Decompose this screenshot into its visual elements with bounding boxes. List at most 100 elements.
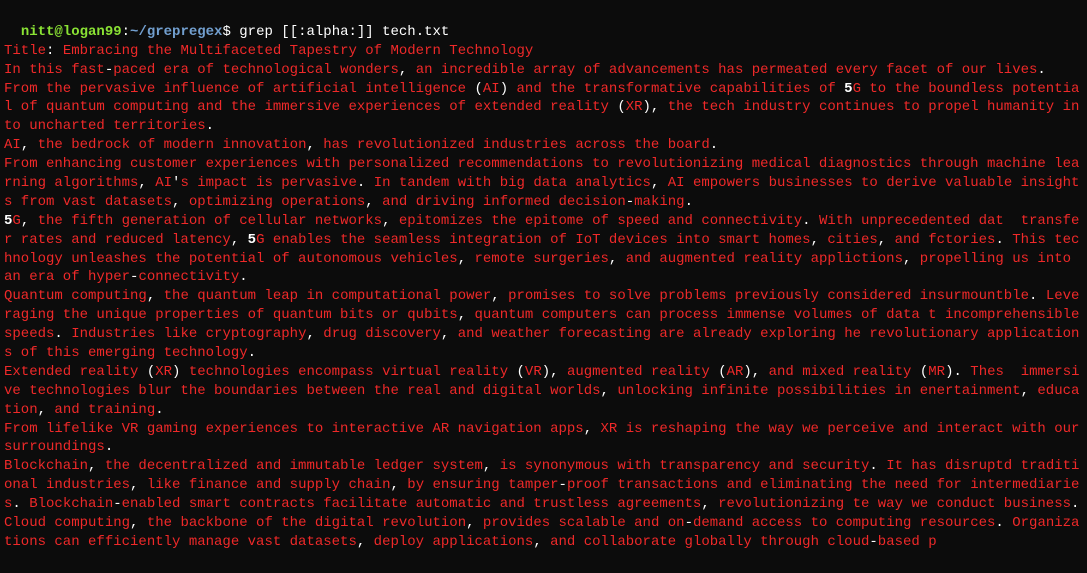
output-text: AR <box>727 364 744 380</box>
output-line: Quantum computing, the quantum leap in c… <box>4 287 1083 363</box>
output-line: In this fast-paced era of technological … <box>4 61 1083 80</box>
output-text: ), <box>542 364 567 380</box>
output-text: and augmented reality applictions <box>626 251 903 267</box>
output-text: . <box>1071 496 1079 512</box>
output-text: Industries like cryptography <box>71 326 306 342</box>
output-text: paced era of technological wonders <box>113 62 399 78</box>
output-text: . <box>802 213 819 229</box>
output-text: , <box>88 458 105 474</box>
output-line: Extended reality (XR) technologies encom… <box>4 363 1083 420</box>
terminal-prompt-line[interactable]: nitt@logan99:~/grepregex$ grep [[:alpha:… <box>4 4 1083 42</box>
output-text: , <box>1021 383 1038 399</box>
output-line: Cloud computing, the backbone of the dig… <box>4 514 1083 552</box>
output-text: ) <box>500 81 517 97</box>
output-text: ) <box>172 364 189 380</box>
output-text: , <box>21 213 38 229</box>
output-text: . <box>685 194 693 210</box>
output-text: , <box>441 326 458 342</box>
output-text: and fctories <box>895 232 996 248</box>
output-text: , <box>601 383 618 399</box>
output-text: G <box>12 213 20 229</box>
terminal-output: Title: Embracing the Multifaceted Tapest… <box>4 42 1083 552</box>
output-text: From lifelike VR gaming experiences to i… <box>4 421 584 437</box>
output-text: ( <box>474 81 482 97</box>
output-line: Blockchain, the decentralized and immuta… <box>4 457 1083 514</box>
prompt-command: grep [[:alpha:]] tech.txt <box>239 24 449 40</box>
output-text: promises to solve problems previously co… <box>508 288 1029 304</box>
output-line: AI, the bedrock of modern innovation, ha… <box>4 136 1083 155</box>
output-text: - <box>626 194 634 210</box>
output-text: 5 <box>248 232 256 248</box>
output-text: , <box>399 62 416 78</box>
output-line: From enhancing customer experiences with… <box>4 155 1083 212</box>
output-text: Extended reality <box>4 364 147 380</box>
output-text: provides scalable and on <box>483 515 685 531</box>
output-text: ( <box>517 364 525 380</box>
output-text: drug discovery <box>323 326 441 342</box>
output-text: , <box>365 194 382 210</box>
output-text: Blockchain <box>29 496 113 512</box>
output-text: , <box>306 326 323 342</box>
output-text: VR <box>525 364 542 380</box>
output-text: , <box>147 288 164 304</box>
output-text: XR <box>155 364 172 380</box>
output-text: unlocking infinite possibilities in ener… <box>617 383 1020 399</box>
output-text: is synonymous with transparency and secu… <box>500 458 870 474</box>
output-text: . <box>54 326 71 342</box>
output-text: , <box>811 232 828 248</box>
output-text: ). <box>945 364 970 380</box>
output-text: an incredible array of advancements has … <box>416 62 1038 78</box>
output-text: 5 <box>844 81 852 97</box>
output-text: . <box>155 402 163 418</box>
output-text: , <box>357 534 374 550</box>
output-text: s impact is pervasive <box>180 175 356 191</box>
output-text: In tandem with big data analytics <box>374 175 651 191</box>
output-line: From lifelike VR gaming experiences to i… <box>4 420 1083 458</box>
output-text: the fifth generation of cellular network… <box>38 213 382 229</box>
output-text: . <box>1029 288 1046 304</box>
output-text: enabled smart contracts facilitate autom… <box>122 496 702 512</box>
output-text: making <box>634 194 684 210</box>
output-text: AI <box>155 175 172 191</box>
output-text: , <box>466 515 483 531</box>
prompt-dollar: $ <box>222 24 239 40</box>
output-text: . <box>1037 62 1045 78</box>
prompt-host: logan99 <box>63 24 122 40</box>
output-text: . <box>239 269 247 285</box>
output-text: . <box>105 439 113 455</box>
output-text: by ensuring tamper <box>407 477 558 493</box>
output-text: and driving informed decision <box>382 194 626 210</box>
output-text: like finance and supply chain <box>147 477 391 493</box>
output-text: ), <box>743 364 768 380</box>
output-text: epitomizes the epitome of speed and conn… <box>399 213 802 229</box>
output-text: augmented reality <box>567 364 718 380</box>
output-text: - <box>113 496 121 512</box>
output-text: the decentralized and immutable ledger s… <box>105 458 483 474</box>
output-text: , <box>458 307 475 323</box>
output-text: : <box>46 43 63 59</box>
output-text: . <box>12 496 29 512</box>
output-text: and training <box>54 402 155 418</box>
output-text: , <box>584 421 601 437</box>
output-text: ), <box>643 99 668 115</box>
output-text: , <box>651 175 668 191</box>
output-text: , <box>130 515 147 531</box>
output-text: . <box>248 345 256 361</box>
output-text: , <box>701 496 718 512</box>
prompt-path: ~/grepregex <box>130 24 222 40</box>
output-text: , <box>382 213 399 229</box>
output-text: - <box>869 534 877 550</box>
output-line: 5 G, the fifth generation of cellular net… <box>4 212 1083 288</box>
output-text: G enables the seamless integration of Io… <box>256 232 811 248</box>
output-text: - <box>105 62 113 78</box>
output-text: ( <box>718 364 726 380</box>
output-text: , <box>306 137 323 153</box>
output-text: Title <box>4 43 46 59</box>
output-text: optimizing operations <box>189 194 365 210</box>
prompt-user: nitt <box>21 24 55 40</box>
prompt-colon: : <box>122 24 130 40</box>
output-text: - <box>685 515 693 531</box>
output-text: , <box>138 175 155 191</box>
output-text: , <box>533 534 550 550</box>
output-text: AI <box>483 81 500 97</box>
